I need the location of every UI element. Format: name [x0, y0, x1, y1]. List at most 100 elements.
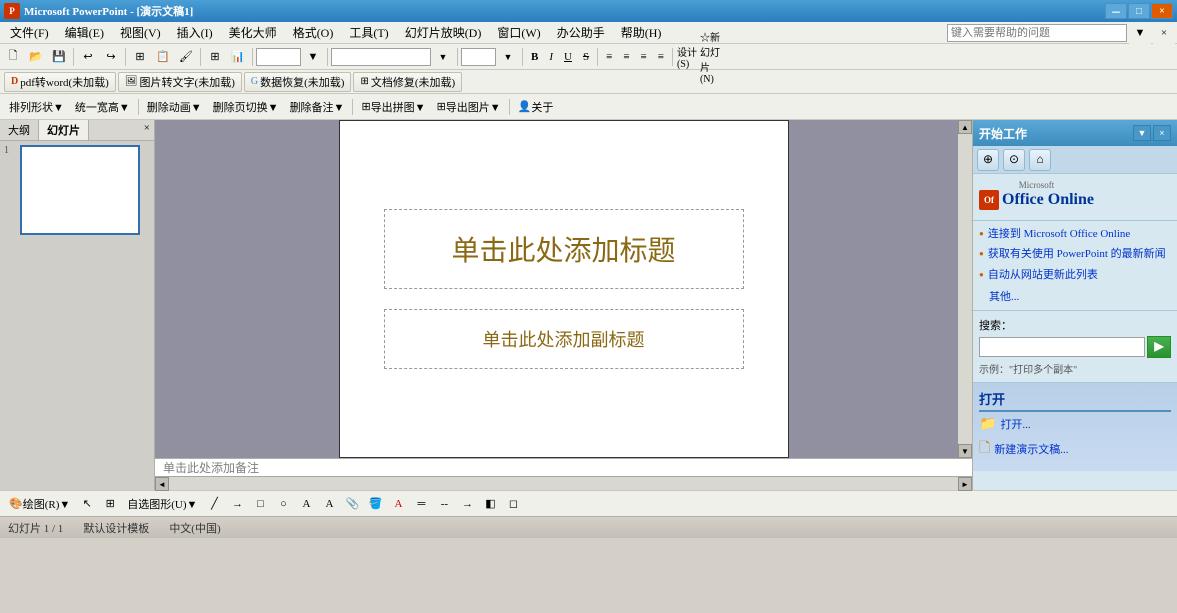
- scroll-up-btn[interactable]: ▲: [958, 120, 972, 134]
- arrow-style-btn[interactable]: →: [456, 493, 478, 515]
- new-slide-btn[interactable]: ☆新幻灯片(N): [699, 46, 721, 68]
- img2text-button[interactable]: 🖼 图片转文字(未加载): [118, 72, 242, 92]
- copy-btn[interactable]: ⊞: [129, 46, 151, 68]
- open-file-item[interactable]: 📁 打开...: [979, 416, 1171, 433]
- scroll-down-btn[interactable]: ▼: [958, 444, 972, 458]
- font-size-input[interactable]: 18: [461, 48, 496, 66]
- align-center-button[interactable]: ≡: [618, 46, 634, 68]
- wordart-btn[interactable]: A: [318, 493, 340, 515]
- save-btn[interactable]: 💾: [48, 46, 70, 68]
- data-recovery-button[interactable]: G 数据恢复(未加载): [244, 72, 352, 92]
- link-item-news[interactable]: ● 获取有关使用 PowerPoint 的最新新闻: [979, 247, 1171, 261]
- link-text-connect[interactable]: 连接到 Microsoft Office Online: [988, 227, 1130, 241]
- same-width-btn[interactable]: 统一宽高▼: [70, 96, 135, 118]
- slide-thumbnail[interactable]: [20, 145, 140, 235]
- other-link[interactable]: 其他...: [979, 288, 1171, 304]
- autoselect-btn[interactable]: ⊞: [99, 493, 121, 515]
- link-item-connect[interactable]: ● 连接到 Microsoft Office Online: [979, 227, 1171, 241]
- slide-panel-close[interactable]: ×: [140, 120, 154, 140]
- clip-btn[interactable]: 📎: [341, 493, 363, 515]
- pdf2word-button[interactable]: D pdf转word(未加载): [4, 72, 116, 92]
- line-style-btn[interactable]: ═: [410, 493, 432, 515]
- align-right-button[interactable]: ≡: [636, 46, 652, 68]
- notes-area[interactable]: 单击此处添加备注: [155, 458, 972, 476]
- nav-back-btn[interactable]: ⊕: [977, 149, 999, 171]
- menu-format[interactable]: 格式(O): [285, 22, 342, 43]
- design-btn[interactable]: 设计(S): [676, 46, 698, 68]
- font-color-btn[interactable]: A: [387, 493, 409, 515]
- slide-title-placeholder[interactable]: 单击此处添加标题: [384, 209, 744, 289]
- new-presentation-label[interactable]: 新建演示文稿...: [994, 441, 1068, 457]
- export-img-btn[interactable]: ⊞ 导出图片▼: [432, 96, 506, 118]
- nav-forward-btn[interactable]: ⊙: [1003, 149, 1025, 171]
- underline-button[interactable]: U: [559, 46, 577, 68]
- search-go-button[interactable]: ▶: [1147, 336, 1171, 358]
- select-btn[interactable]: ↖: [76, 493, 98, 515]
- menu-file[interactable]: 文件(F): [2, 22, 57, 43]
- menu-slideshow[interactable]: 幻灯片放映(D): [397, 22, 490, 43]
- font-name-dropdown[interactable]: ▼: [432, 46, 454, 68]
- align-left-button[interactable]: ≡: [601, 46, 617, 68]
- link-item-update[interactable]: ● 自动从网站更新此列表: [979, 268, 1171, 282]
- close-button[interactable]: ×: [1151, 3, 1173, 19]
- strikethrough-button[interactable]: S: [578, 46, 594, 68]
- slide-canvas[interactable]: 单击此处添加标题 单击此处添加副标题: [339, 120, 789, 458]
- minimize-button[interactable]: －: [1105, 3, 1127, 19]
- arrange-btn[interactable]: 排列形状▼: [4, 96, 69, 118]
- help-close-button[interactable]: ×: [1153, 22, 1175, 44]
- paste-btn[interactable]: 📋: [152, 46, 174, 68]
- menu-assistant[interactable]: 办公助手: [549, 22, 613, 43]
- slide-subtitle-placeholder[interactable]: 单击此处添加副标题: [384, 309, 744, 369]
- shadow-btn[interactable]: ◧: [479, 493, 501, 515]
- delete-anim-btn[interactable]: 删除动画▼: [142, 96, 207, 118]
- new-btn[interactable]: 🗋: [2, 46, 24, 68]
- draw-menu-btn[interactable]: 🎨 绘图(R)▼: [4, 493, 75, 515]
- link-text-update[interactable]: 自动从网站更新此列表: [988, 268, 1098, 282]
- menu-beautify[interactable]: 美化大师: [221, 22, 285, 43]
- delete-switch-btn[interactable]: 删除页切换▼: [208, 96, 284, 118]
- new-presentation-item[interactable]: 🗋 新建演示文稿...: [979, 437, 1171, 461]
- right-search-input[interactable]: [979, 337, 1145, 357]
- vertical-scrollbar[interactable]: ▲ ▼: [958, 120, 972, 458]
- menu-edit[interactable]: 编辑(E): [57, 22, 112, 43]
- italic-button[interactable]: I: [544, 46, 558, 68]
- format-painter-btn[interactable]: 🖌: [175, 46, 197, 68]
- rect-btn[interactable]: □: [249, 493, 271, 515]
- menu-insert[interactable]: 插入(I): [169, 22, 221, 43]
- menu-view[interactable]: 视图(V): [112, 22, 169, 43]
- align-justify-button[interactable]: ≡: [653, 46, 669, 68]
- tab-slides[interactable]: 幻灯片: [39, 120, 89, 140]
- redo-btn[interactable]: ↪: [100, 46, 122, 68]
- scroll-right-btn[interactable]: ►: [958, 477, 972, 491]
- textbox-btn[interactable]: A: [295, 493, 317, 515]
- line-btn[interactable]: ╱: [203, 493, 225, 515]
- zoom-input[interactable]: 48%: [256, 48, 301, 66]
- dash-btn[interactable]: --: [433, 493, 455, 515]
- bold-button[interactable]: B: [526, 46, 543, 68]
- 3d-btn[interactable]: ◻: [502, 493, 524, 515]
- export-img-group-btn[interactable]: ⊞ 导出拼图▼: [356, 96, 430, 118]
- zoom-dropdown[interactable]: ▼: [302, 46, 324, 68]
- undo-btn[interactable]: ↩: [77, 46, 99, 68]
- ellipse-btn[interactable]: ○: [272, 493, 294, 515]
- link-text-news[interactable]: 获取有关使用 PowerPoint 的最新新闻: [988, 247, 1166, 261]
- open-file-label[interactable]: 打开...: [1000, 416, 1030, 432]
- right-panel-close[interactable]: ×: [1153, 125, 1171, 141]
- fill-btn[interactable]: 🪣: [364, 493, 386, 515]
- doc-repair-button[interactable]: ⊞ 文档修复(未加载): [353, 72, 462, 92]
- right-panel-dropdown[interactable]: ▼: [1133, 125, 1151, 141]
- table-btn[interactable]: ⊞: [204, 46, 226, 68]
- font-name-input[interactable]: 宋体: [331, 48, 431, 66]
- arrow-btn[interactable]: →: [226, 493, 248, 515]
- chart-btn[interactable]: 📊: [227, 46, 249, 68]
- about-btn[interactable]: 👤 关于: [513, 96, 559, 118]
- menu-help[interactable]: 帮助(H): [613, 22, 670, 43]
- horizontal-scrollbar[interactable]: ◄ ►: [155, 476, 972, 490]
- scroll-left-btn[interactable]: ◄: [155, 477, 169, 491]
- tab-outline[interactable]: 大纲: [0, 120, 39, 140]
- maximize-button[interactable]: □: [1128, 3, 1150, 19]
- help-search-input[interactable]: [947, 24, 1127, 42]
- open-btn[interactable]: 📂: [25, 46, 47, 68]
- help-search-dropdown[interactable]: ▼: [1129, 22, 1151, 44]
- delete-notes-btn[interactable]: 删除备注▼: [285, 96, 350, 118]
